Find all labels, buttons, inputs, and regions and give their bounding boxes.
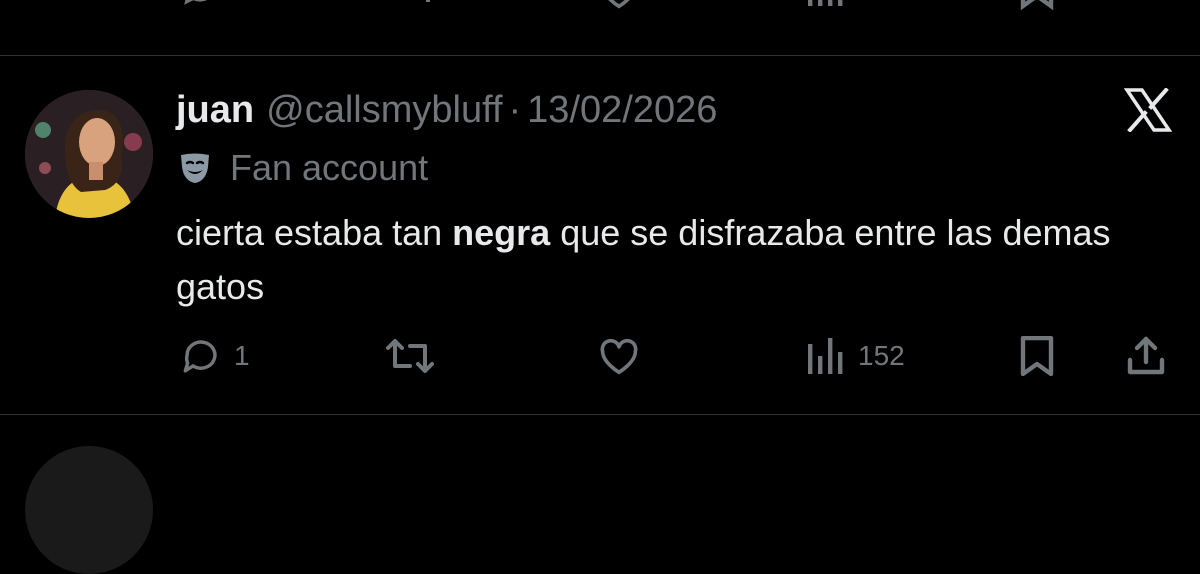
previous-tweet-actions: 1 90 [0, 0, 1200, 18]
retweet-icon [386, 339, 434, 373]
tweet-text: cierta estaba tan negra que se disfrazab… [176, 206, 1176, 314]
reply-icon [183, 340, 217, 373]
tweet-text-bold: negra [452, 212, 551, 253]
share-button[interactable] [1126, 336, 1166, 376]
retweet-button[interactable] [384, 336, 436, 376]
account-label[interactable]: Fan account [178, 146, 428, 190]
reply-button[interactable]: 1 [180, 336, 250, 376]
views-icon [808, 338, 843, 374]
reply-icon[interactable] [180, 0, 220, 10]
views-button[interactable]: 152 [806, 336, 905, 376]
tweet-date[interactable]: 13/02/2026 [527, 86, 717, 134]
bookmark-icon[interactable] [1018, 0, 1056, 10]
header-separator: · [508, 89, 522, 131]
top-divider [0, 55, 1200, 56]
views-icon[interactable] [806, 0, 846, 10]
bookmark-icon [1020, 336, 1054, 376]
views-count: 152 [858, 340, 905, 371]
user-handle[interactable]: @callsmybluff [266, 86, 502, 134]
user-avatar-photo-icon [25, 90, 153, 218]
share-icon [1127, 336, 1165, 375]
like-icon [600, 338, 638, 375]
reply-count: 1 [234, 340, 250, 371]
like-icon[interactable] [597, 0, 641, 10]
tweet-text-part1: cierta estaba tan [176, 212, 453, 253]
account-label-text: Fan account [230, 147, 429, 188]
retweet-icon[interactable] [382, 0, 434, 10]
bookmark-button[interactable] [1018, 336, 1056, 376]
display-name[interactable]: juan [176, 86, 254, 134]
like-button[interactable] [597, 336, 641, 376]
share-icon[interactable] [1126, 0, 1166, 10]
bottom-divider [0, 414, 1200, 415]
tweet-header: juan @callsmybluff · 13/02/2026 [176, 86, 717, 134]
avatar[interactable] [25, 90, 153, 218]
theater-mask-icon [181, 153, 209, 183]
x-logo-icon [1124, 88, 1172, 132]
next-tweet-avatar[interactable] [25, 446, 153, 574]
